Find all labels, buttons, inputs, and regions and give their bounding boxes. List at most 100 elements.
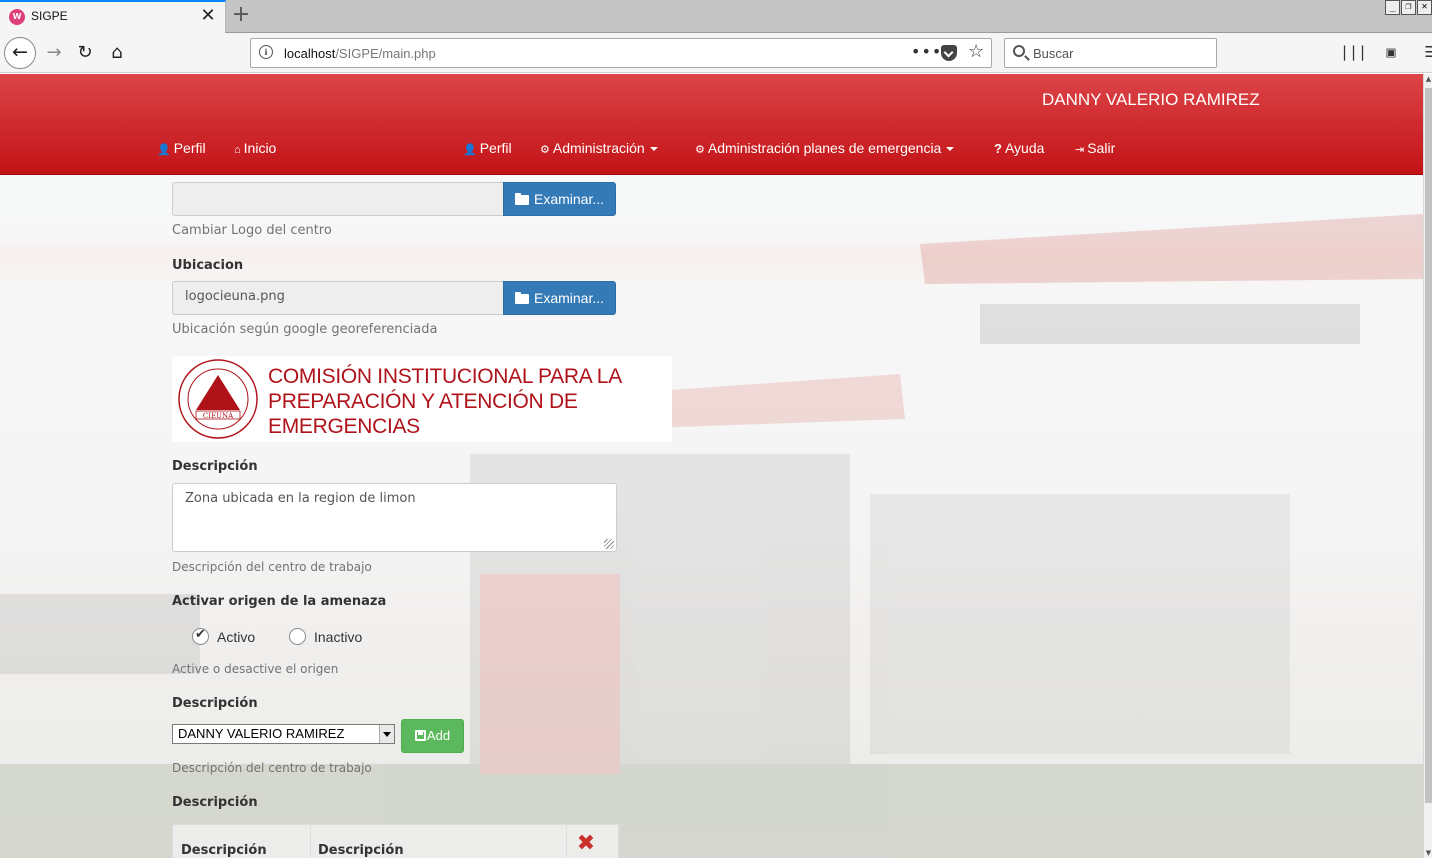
data-table: Descripción Descripción ✖ bbox=[172, 824, 619, 858]
site-favicon-icon: W bbox=[9, 9, 25, 25]
reload-button[interactable]: ↻ bbox=[71, 39, 99, 67]
menu-label: Administración planes de emergencia bbox=[707, 140, 942, 156]
logo-line-3: EMERGENCIAS bbox=[268, 415, 420, 438]
menu-label: Salir bbox=[1087, 140, 1116, 156]
menu-perfil-left[interactable]: 👤 Perfil bbox=[157, 140, 206, 156]
question-icon: ? bbox=[994, 141, 1002, 156]
column-divider bbox=[310, 825, 311, 858]
user-name: DANNY VALERIO RAMIREZ bbox=[1042, 90, 1260, 109]
menu-label: Inicio bbox=[243, 140, 277, 156]
url-host: localhost bbox=[284, 46, 336, 61]
button-label: Examinar... bbox=[533, 191, 605, 207]
column-divider bbox=[566, 825, 567, 858]
button-label: Add bbox=[426, 728, 451, 743]
descripcion-value: Zona ubicada en la region de limon bbox=[185, 491, 416, 506]
scroll-down-icon[interactable]: ▼ bbox=[1424, 848, 1432, 858]
page-actions-icon[interactable]: ••• bbox=[911, 42, 942, 61]
home-icon: ⌂ bbox=[234, 144, 241, 156]
back-button[interactable]: ← bbox=[4, 37, 36, 69]
close-tab-icon[interactable]: ✕ bbox=[199, 7, 217, 25]
user-icon: 👤 bbox=[463, 144, 477, 156]
ubicacion-help-text: Ubicación según google georeferenciada bbox=[172, 322, 438, 337]
new-tab-button[interactable]: + bbox=[230, 4, 252, 28]
address-bar[interactable]: i localhost/SIGPE/main.php ••• ☆ bbox=[250, 38, 992, 68]
menu-label: Administración bbox=[552, 140, 645, 156]
page-scrollbar[interactable]: ▲ ▼ bbox=[1423, 74, 1432, 858]
search-icon bbox=[1013, 45, 1025, 57]
menu-label: Perfil bbox=[173, 140, 206, 156]
descripcion-help-text: Descripción del centro de trabajo bbox=[172, 560, 372, 574]
button-label: Examinar... bbox=[533, 290, 605, 306]
radio-activo-input[interactable] bbox=[192, 627, 209, 645]
logo-line-1: COMISIÓN INSTITUCIONAL PARA LA bbox=[268, 365, 622, 388]
ubicacion-label: Ubicacion bbox=[172, 258, 244, 273]
menu-perfil[interactable]: 👤 Perfil bbox=[463, 140, 512, 156]
bookmark-star-icon[interactable]: ☆ bbox=[968, 41, 984, 62]
responsable-label: Descripción bbox=[172, 696, 258, 711]
menu-ayuda[interactable]: ? Ayuda bbox=[994, 140, 1044, 156]
menu-label: Perfil bbox=[479, 140, 512, 156]
responsable-select[interactable]: DANNY VALERIO RAMIREZ bbox=[172, 724, 395, 744]
save-icon bbox=[414, 730, 426, 741]
logo-title: COMISIÓN INSTITUCIONAL PARA LA PREPARACI… bbox=[268, 364, 622, 439]
logo-help-text: Cambiar Logo del centro bbox=[172, 223, 332, 238]
menu-label: Ayuda bbox=[1004, 140, 1045, 156]
ubicacion-file-group: logocieuna.png Examinar... bbox=[172, 281, 616, 315]
resize-handle[interactable] bbox=[604, 539, 614, 549]
delete-icon[interactable]: ✖ bbox=[575, 833, 597, 855]
radio-inactivo[interactable]: Inactivo bbox=[289, 628, 362, 645]
menu-icon[interactable]: ☰ bbox=[1420, 42, 1432, 64]
menu-administracion[interactable]: ⚙ Administración bbox=[540, 140, 658, 156]
menu-salir[interactable]: ⇥ Salir bbox=[1075, 140, 1115, 156]
radio-activo-label: Activo bbox=[217, 628, 256, 645]
cieuna-logo-image: CIEUNA COMISIÓN INSTITUCIONAL PARA LA PR… bbox=[172, 356, 672, 442]
table-header-1: Descripción bbox=[181, 843, 267, 858]
browser-tab[interactable]: W SIGPE ✕ bbox=[0, 0, 226, 33]
tab-bar: W SIGPE ✕ + _ ❐ ✕ bbox=[0, 0, 1432, 33]
gears-icon: ⚙ bbox=[695, 144, 705, 156]
sidebar-icon[interactable]: ▣ bbox=[1380, 42, 1402, 64]
descripcion-label: Descripción bbox=[172, 459, 258, 474]
tab-title: SIGPE bbox=[31, 9, 68, 23]
close-window-button[interactable]: ✕ bbox=[1417, 0, 1432, 15]
amenaza-help-text: Active o desactive el origen bbox=[172, 662, 339, 676]
descripcion-textarea[interactable]: Zona ubicada en la region de limon bbox=[172, 483, 617, 552]
menu-inicio[interactable]: ⌂ Inicio bbox=[234, 140, 276, 156]
table-header-2: Descripción bbox=[318, 843, 404, 858]
scroll-thumb[interactable] bbox=[1425, 88, 1432, 803]
cieuna-seal-icon: CIEUNA bbox=[178, 359, 258, 439]
seal-text: CIEUNA bbox=[203, 412, 234, 420]
amenaza-label: Activar origen de la amenaza bbox=[172, 594, 387, 609]
browser-tools: ||| ▣ ☰ bbox=[1340, 42, 1432, 64]
url-text[interactable]: localhost/SIGPE/main.php bbox=[284, 46, 436, 61]
tabla-label: Descripción bbox=[172, 795, 258, 810]
add-button[interactable]: Add bbox=[401, 719, 464, 753]
scroll-up-icon[interactable]: ▲ bbox=[1424, 74, 1432, 84]
radio-inactivo-label: Inactivo bbox=[314, 628, 363, 645]
chevron-down-icon[interactable] bbox=[379, 725, 394, 743]
site-header: DANNY VALERIO RAMIREZ 👤 Perfil ⌂ Inicio 👤 P… bbox=[0, 74, 1423, 175]
ubicacion-file-input[interactable]: logocieuna.png bbox=[172, 281, 503, 315]
radio-inactivo-input[interactable] bbox=[289, 628, 306, 645]
logo-line-2: PREPARACIÓN Y ATENCIÓN DE bbox=[268, 390, 578, 413]
user-icon: 👤 bbox=[157, 144, 171, 156]
browse-ubicacion-button[interactable]: Examinar... bbox=[503, 281, 616, 315]
minimize-button[interactable]: _ bbox=[1385, 0, 1400, 15]
logo-file-input[interactable] bbox=[172, 182, 503, 216]
pocket-icon[interactable] bbox=[941, 45, 957, 61]
menu-planes-emergencia[interactable]: ⚙ Administración planes de emergencia bbox=[695, 140, 955, 156]
radio-activo[interactable]: Activo bbox=[192, 627, 256, 645]
caret-down-icon bbox=[946, 147, 955, 152]
home-button[interactable]: ⌂ bbox=[103, 39, 131, 67]
gears-icon: ⚙ bbox=[540, 144, 550, 156]
logout-icon: ⇥ bbox=[1075, 144, 1085, 156]
browse-logo-button[interactable]: Examinar... bbox=[503, 182, 616, 216]
search-bar[interactable]: Buscar bbox=[1004, 38, 1217, 68]
library-icon[interactable]: ||| bbox=[1340, 42, 1367, 64]
select-value: DANNY VALERIO RAMIREZ bbox=[178, 726, 345, 741]
window-controls: _ ❐ ✕ bbox=[1384, 0, 1432, 16]
restore-button[interactable]: ❐ bbox=[1401, 0, 1416, 15]
site-info-icon[interactable]: i bbox=[259, 45, 273, 59]
forward-button[interactable]: → bbox=[40, 39, 68, 67]
folder-open-icon bbox=[514, 193, 529, 205]
